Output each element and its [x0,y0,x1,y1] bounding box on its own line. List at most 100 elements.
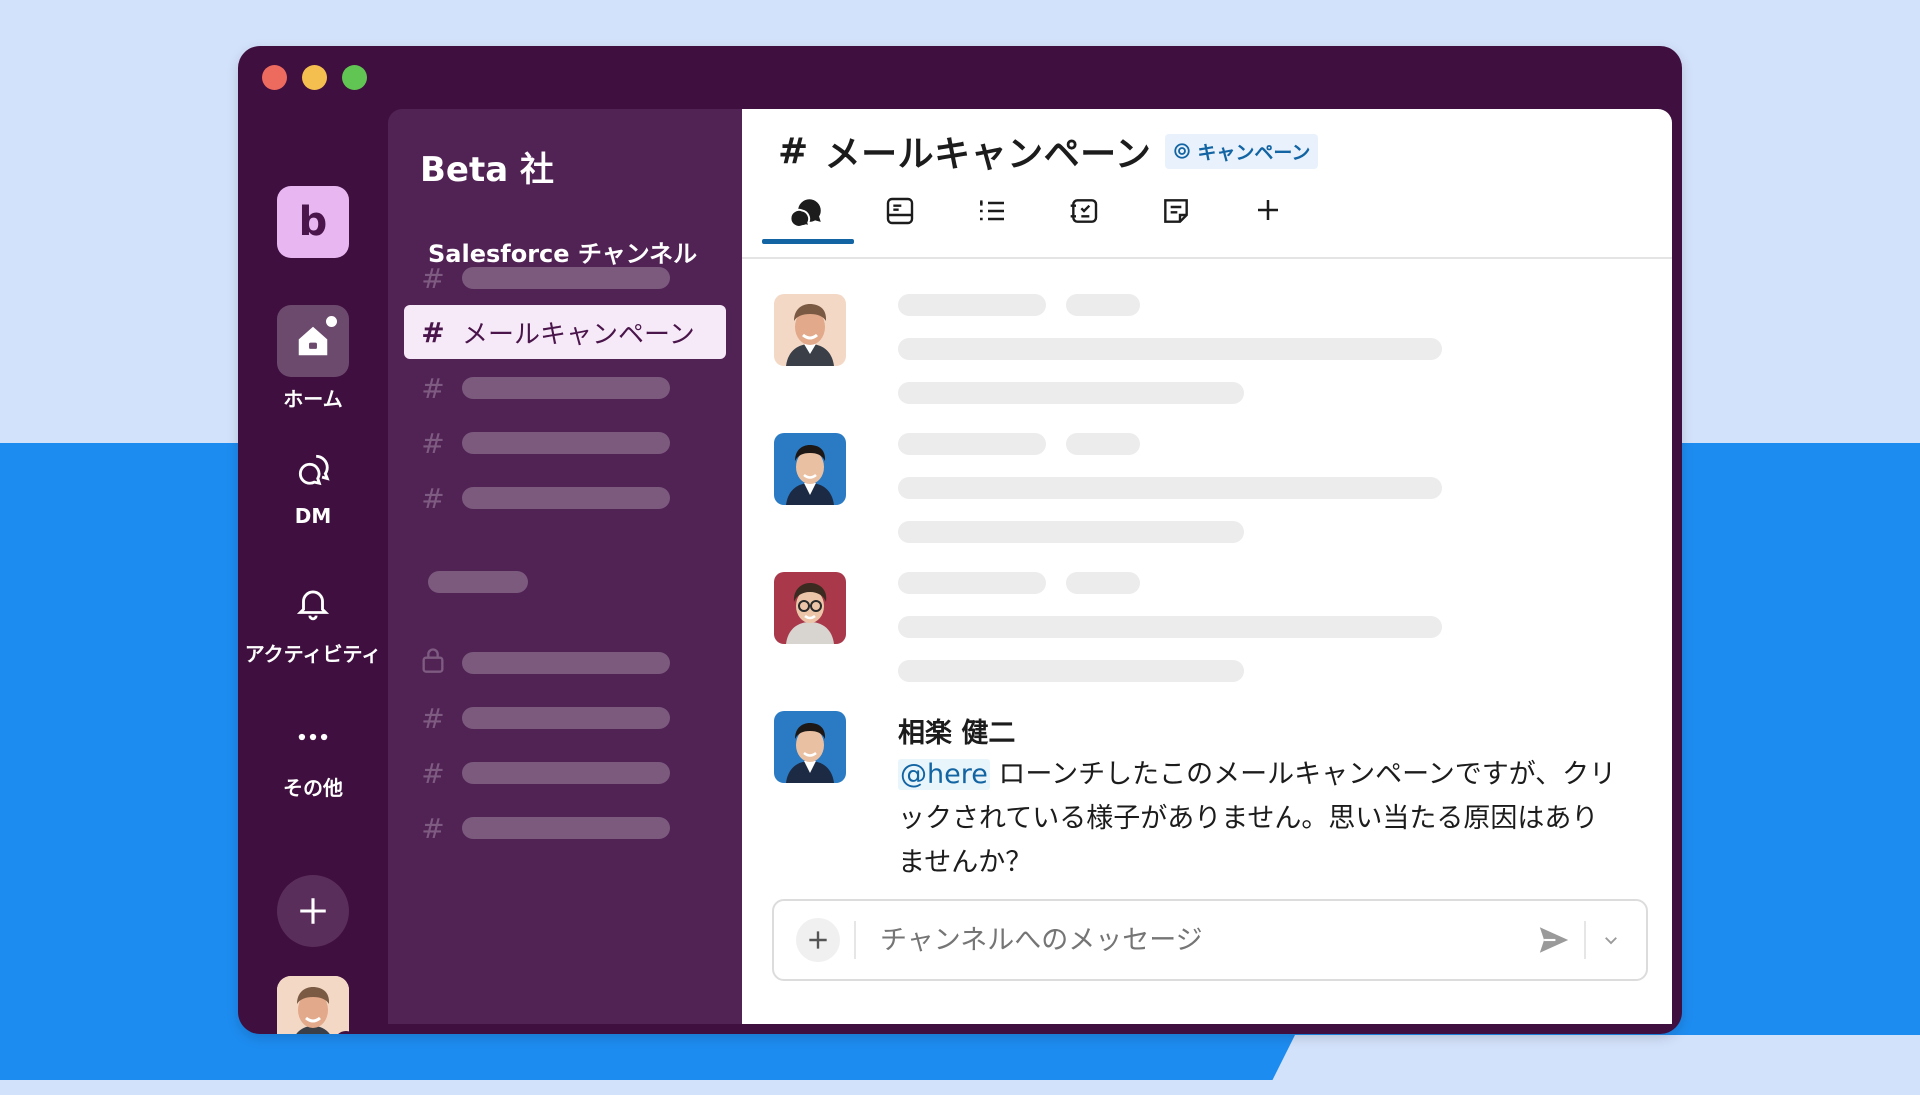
message-input[interactable] [878,923,1534,957]
messages-tab-icon [791,199,821,228]
skeleton-bar [462,762,670,784]
channel-item-active[interactable]: # メールキャンペーン [404,305,726,359]
skeleton-bar [462,652,670,674]
author-avatar[interactable] [774,711,846,783]
workflow-tab-icon [1070,199,1098,223]
workspace-name[interactable]: Beta 社 [420,142,554,191]
hash-icon: # [421,701,445,735]
rail-item-home[interactable]: ホーム [238,305,388,412]
rail-label-activity: アクティビティ [244,642,382,666]
tabs-divider [742,257,1672,259]
hash-icon: # [421,426,445,460]
tab-canvas[interactable] [854,195,946,243]
skeleton-bar [898,477,1442,499]
window-controls [262,65,367,90]
message-composer [772,899,1648,981]
tab-list[interactable] [946,195,1038,243]
message-skeleton [774,433,1634,553]
channel-item-placeholder[interactable]: # [404,801,726,855]
skeleton-bar [898,338,1442,360]
rail-item-more[interactable]: その他 [238,708,388,801]
minimize-window-button[interactable] [302,65,327,90]
tab-notes[interactable] [1130,195,1222,243]
skeleton-bar [462,377,670,399]
more-icon [298,733,328,741]
hash-icon: # [421,261,445,295]
add-workspace-button[interactable] [277,875,349,947]
tab-workflow[interactable] [1038,195,1130,243]
composer-divider [854,921,856,959]
lock-icon [404,645,462,682]
current-user-avatar[interactable] [277,976,349,1034]
channel-item-placeholder[interactable]: # [404,746,726,800]
channel-hash: # [778,130,809,172]
channel-title[interactable]: メールキャンペーン [825,125,1152,177]
canvas-tab-icon [886,197,914,225]
channel-item-placeholder[interactable]: # [404,251,726,305]
skeleton-bar [1066,433,1140,455]
plus-icon [809,931,827,949]
composer-add-button[interactable] [796,918,840,962]
rail-label-home: ホーム [283,387,343,411]
channel-tabs [762,195,1314,244]
channel-header: # メールキャンペーン キャンペーン [778,125,1319,177]
avatar[interactable] [774,294,846,366]
workspace-badge[interactable]: b [277,186,349,258]
avatar[interactable] [774,433,846,505]
nav-rail: b ホーム DM アクティビティ その他 [238,108,388,1034]
hash-icon: # [421,371,445,405]
composer-divider [1584,921,1586,959]
list-tab-icon [980,200,1004,221]
hash-icon: # [421,481,445,515]
skeleton-bar [898,521,1244,543]
skeleton-bar [898,294,1046,316]
send-button[interactable] [1534,920,1574,960]
channel-sidebar: Beta 社 Salesforce チャンネル # # メールキャンペーン # … [388,109,742,1024]
hash-icon: # [421,756,445,790]
channel-view: # メールキャンペーン キャンペーン 相楽 健二 @here ローンチしたこのメ… [742,109,1672,1024]
rail-label-dm: DM [294,504,332,528]
target-icon [1174,143,1191,159]
channel-item-placeholder[interactable]: # [404,416,726,470]
channel-tag[interactable]: キャンペーン [1165,133,1319,169]
skeleton-bar [1066,572,1140,594]
skeleton-bar [462,432,670,454]
skeleton-bar [898,433,1046,455]
close-window-button[interactable] [262,65,287,90]
home-notification-dot [324,314,339,329]
chevron-down-icon [1605,937,1617,945]
send-icon [1539,927,1569,953]
tab-add[interactable] [1222,195,1314,243]
skeleton-bar [1066,294,1140,316]
dm-icon [298,454,330,486]
mention-here[interactable]: @here [898,759,990,790]
section-skeleton-bar [428,571,528,593]
skeleton-bar [898,660,1244,682]
avatar[interactable] [774,572,846,644]
app-window: b ホーム DM アクティビティ その他 Beta 社 Salesforce チ… [238,46,1682,1034]
private-channel-item-placeholder[interactable] [404,636,726,690]
send-options-button[interactable] [1596,931,1626,949]
hash-icon: # [421,811,445,845]
skeleton-bar [898,382,1244,404]
zoom-window-button[interactable] [342,65,367,90]
skeleton-bar [462,267,670,289]
rail-item-dm[interactable]: DM [238,440,388,528]
skeleton-bar [462,707,670,729]
channel-item-label: メールキャンペーン [462,319,695,350]
hash-icon: # [421,315,445,349]
rail-item-activity[interactable]: アクティビティ [238,574,388,667]
channel-tag-label: キャンペーン [1197,141,1311,164]
skeleton-bar [898,616,1442,638]
plus-icon [300,898,326,924]
skeleton-bar [462,487,670,509]
add-tab-icon [1258,200,1278,220]
message-author[interactable]: 相楽 健二 [898,711,1015,750]
notes-tab-icon [1164,199,1188,223]
tab-messages[interactable] [762,195,854,244]
rail-label-more: その他 [283,776,343,800]
channel-item-placeholder[interactable]: # [404,471,726,525]
channel-item-placeholder[interactable]: # [404,691,726,745]
channel-item-placeholder[interactable]: # [404,361,726,415]
message: 相楽 健二 @here ローンチしたこのメールキャンペーンですが、クリックされて… [774,711,1634,891]
